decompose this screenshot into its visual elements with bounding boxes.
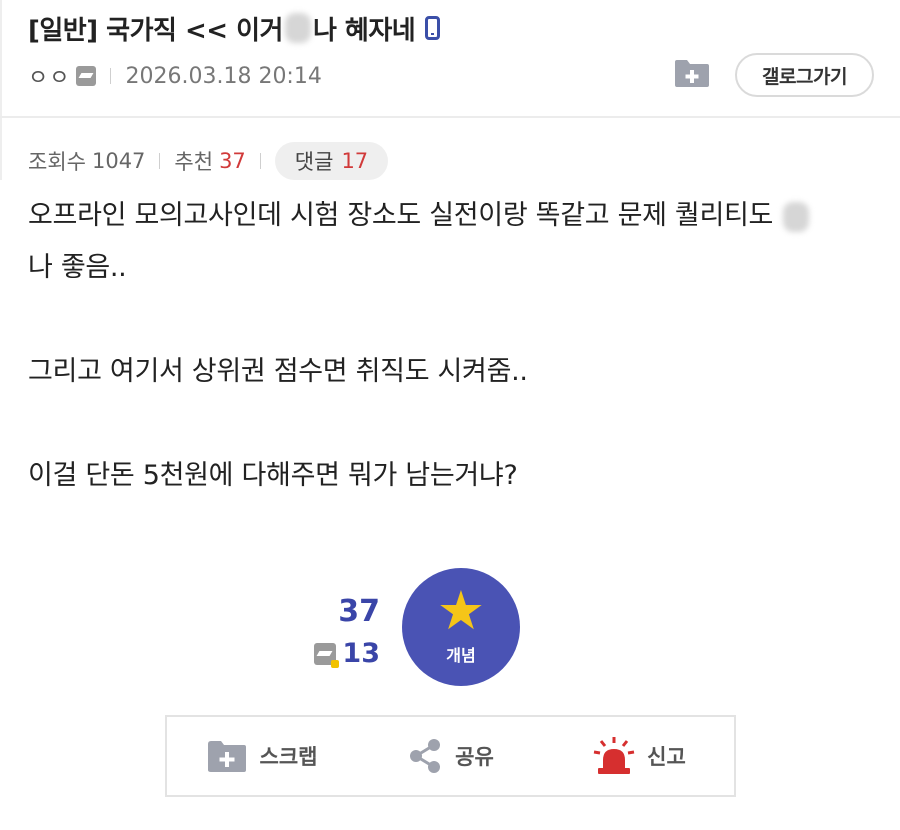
left-edge-line: [0, 0, 2, 180]
censored-blur: [783, 201, 810, 232]
post-title: [일반] 국가직 << 이거 나 혜자네: [28, 8, 441, 48]
share-button[interactable]: 공유: [356, 738, 545, 774]
body-gap: [28, 398, 878, 450]
post-date: 2026.03.18 20:14: [125, 63, 322, 89]
recommend-button-label: 개념: [446, 646, 476, 665]
siren-icon: [593, 737, 635, 774]
recommend-total: 37: [338, 594, 380, 629]
folder-plus-icon[interactable]: [673, 58, 711, 88]
stats-divider: [259, 153, 261, 169]
scrap-button[interactable]: 스크랩: [167, 739, 356, 773]
vote-area: 37 13 ★ 개념: [0, 566, 900, 691]
scrap-label: 스크랩: [259, 745, 318, 769]
header-divider: [0, 116, 900, 118]
comments-button[interactable]: 댓글 17: [274, 142, 389, 180]
author-name[interactable]: ㅇㅇ: [28, 60, 70, 92]
star-icon: ★: [436, 579, 486, 642]
share-icon: [410, 739, 441, 773]
recommend-label: 추천: [174, 150, 214, 174]
recommend-count: 37: [219, 149, 246, 173]
comments-count: 17: [341, 149, 369, 173]
body-line: 오프라인 모의고사인데 시험 장소도 실전이랑 똑같고 문제 퀄리티도: [28, 190, 878, 242]
censored-blur: [284, 13, 311, 43]
stats-divider: [159, 153, 161, 169]
comments-label: 댓글: [294, 150, 334, 174]
recommend-button[interactable]: ★ 개념: [402, 568, 520, 686]
gallog-button[interactable]: 갤로그가기: [735, 53, 874, 97]
body-line: 이걸 단돈 5천원에 다해주면 뭐가 남는거냐?: [28, 460, 518, 491]
fixed-nick-icon: [76, 66, 97, 86]
body-line: 그리고 여기서 상위권 점수면 취직도 시켜줌..: [28, 356, 528, 387]
fixed-recommend: 13: [314, 638, 380, 669]
post-stats: 조회수 1047 추천 37 댓글 17: [28, 141, 389, 181]
body-gap: [28, 294, 878, 346]
fixed-nick-icon: [314, 642, 340, 668]
post-title-suffix: 나 혜자네: [312, 15, 416, 46]
fixed-recommend-count: 13: [342, 638, 380, 669]
views-count: 1047: [91, 149, 146, 173]
views-label: 조회수: [28, 150, 86, 174]
meta-divider: [110, 68, 112, 84]
post-body: 오프라인 모의고사인데 시험 장소도 실전이랑 똑같고 문제 퀄리티도 나 좋음…: [28, 190, 878, 502]
post-meta: ㅇㅇ 2026.03.18 20:14: [28, 56, 322, 96]
report-button[interactable]: 신고: [545, 736, 734, 776]
mobile-icon: [425, 16, 441, 40]
body-line: 나 좋음..: [28, 252, 127, 283]
body-text: 오프라인 모의고사인데 시험 장소도 실전이랑 똑같고 문제 퀄리티도: [28, 200, 774, 231]
post-title-prefix: [일반] 국가직 << 이거: [28, 15, 283, 46]
share-label: 공유: [455, 745, 494, 769]
report-label: 신고: [647, 745, 686, 769]
folder-plus-icon: [207, 741, 246, 772]
action-bar: 스크랩 공유 신고: [165, 715, 736, 797]
